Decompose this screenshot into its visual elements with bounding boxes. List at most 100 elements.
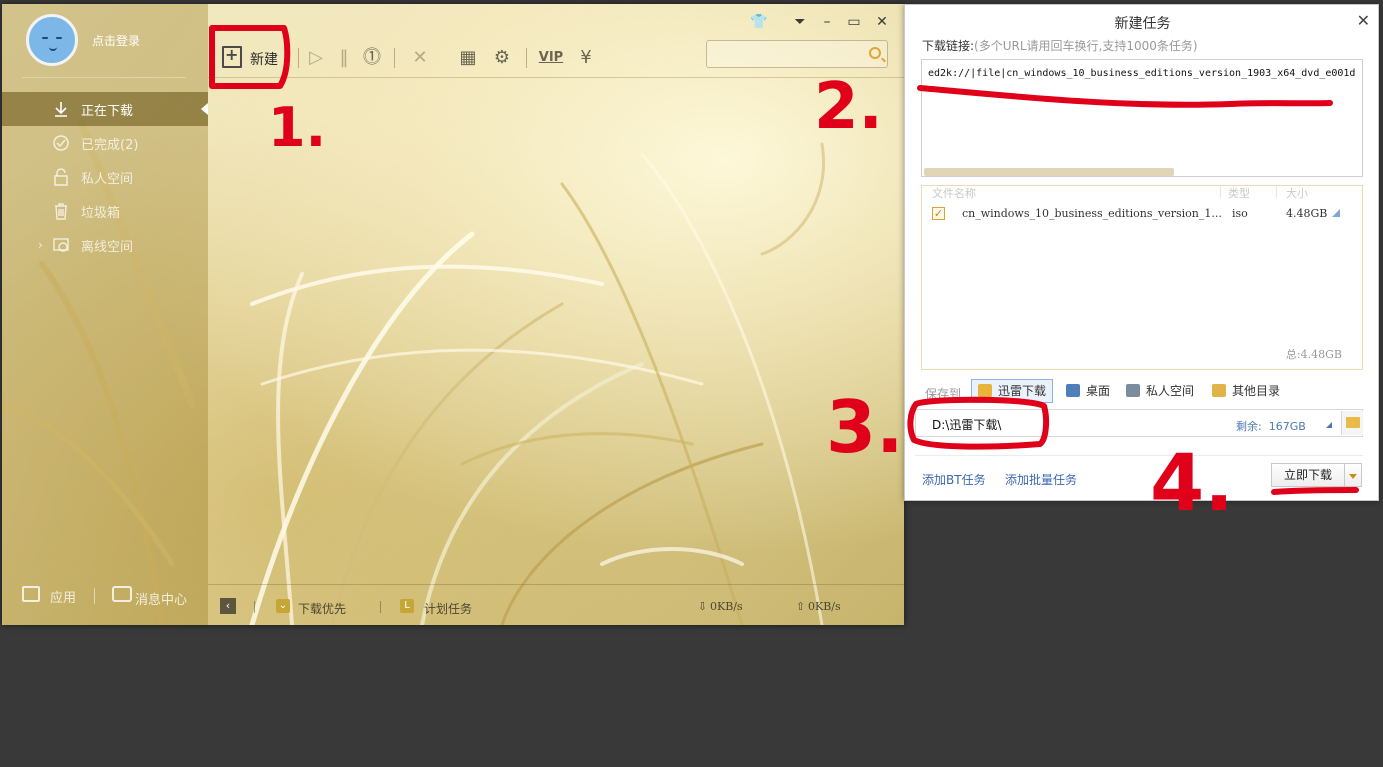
download-speed: 0KB/s (710, 600, 743, 613)
browse-folder-button[interactable] (1341, 411, 1363, 435)
save-option-thunder-download[interactable]: 迅雷下载 (971, 379, 1054, 403)
save-option-other-directory[interactable]: 其他目录 (1205, 379, 1287, 403)
download-link-hint: (多个URL请用回车换行,支持1000条任务) (974, 39, 1198, 53)
schedule-icon[interactable]: L (400, 599, 414, 613)
upload-speed: 0KB/s (808, 600, 841, 613)
download-priority-icon[interactable]: ⌄ (276, 599, 290, 613)
url-input[interactable]: ed2k://|file|cn_windows_10_business_edit… (928, 68, 1356, 88)
save-option-label: 桌面 (1086, 384, 1111, 398)
message-center-button[interactable]: 消息中心 (135, 589, 187, 608)
trash-icon (55, 203, 67, 220)
total-size: 总:4.48GB (1285, 348, 1342, 361)
vip-button[interactable]: VIP (536, 46, 566, 70)
save-to-label: 保存到 (925, 387, 962, 401)
desktop-icon (1066, 384, 1080, 397)
add-batch-task-link[interactable]: 添加批量任务 (1005, 471, 1077, 488)
sidebar-divider (22, 77, 186, 78)
download-now-button[interactable]: 立即下载 (1271, 463, 1345, 487)
status-bar: ‹ ⌄ 下载优先 L 计划任务 ⇩ 0KB/s ⇧ 0KB/s (208, 584, 904, 625)
maximize-icon[interactable]: ▭ (844, 14, 864, 30)
chevron-right-icon[interactable]: › (38, 238, 43, 252)
apps-button[interactable]: 应用 (50, 587, 76, 606)
user-avatar[interactable] (26, 14, 78, 66)
menu-dropdown-icon[interactable]: ⏷ (790, 14, 810, 30)
folder-icon (1346, 417, 1360, 428)
start-icon[interactable]: ▷ (304, 46, 328, 70)
login-link[interactable]: 点击登录 (92, 32, 140, 49)
column-divider (1220, 186, 1221, 198)
delete-icon[interactable]: ✕ (408, 46, 432, 70)
free-space: 剩余: 167GB (1236, 418, 1306, 434)
desktop: 点击登录 正在下载 已完成(2) 私人空间 垃圾箱 › 离线空间 应用 消息中心… (0, 0, 1383, 767)
free-space-value: 167GB (1268, 420, 1306, 433)
save-option-private-space[interactable]: 私人空间 (1119, 379, 1201, 403)
url-input-box[interactable]: ed2k://|file|cn_windows_10_business_edit… (921, 59, 1363, 177)
minimize-icon[interactable]: – (817, 14, 837, 30)
close-icon[interactable]: ✕ (872, 14, 892, 30)
schedule-task-button[interactable]: 计划任务 (424, 600, 472, 617)
offline-space-icon (53, 238, 69, 252)
sidebar-item-trash[interactable]: 垃圾箱 (2, 194, 208, 228)
avatar-eye-right (56, 37, 62, 39)
file-table-header: 文件名称 类型 大小 (922, 186, 1362, 200)
settings-gear-icon[interactable]: ⚙ (490, 46, 514, 70)
file-row[interactable]: ✓ cn_windows_10_business_editions_versio… (922, 204, 1362, 224)
save-option-label: 迅雷下载 (998, 384, 1047, 398)
file-checkbox[interactable]: ✓ (932, 207, 945, 220)
main-toolbar: 新建 ▷ ‖ ⓵ ✕ ▦ ⚙ VIP ¥ (208, 36, 904, 78)
message-center-icon[interactable] (112, 586, 132, 602)
dialog-close-icon[interactable]: ✕ (1357, 11, 1370, 30)
new-task-label: 新建 (250, 52, 278, 68)
url-horizontal-scrollbar[interactable] (924, 168, 1174, 176)
save-path-input[interactable] (932, 415, 1132, 433)
collapse-sidebar-button[interactable]: ‹ (220, 598, 236, 614)
sidebar-item-label: 正在下载 (81, 104, 134, 119)
new-file-icon (222, 45, 242, 68)
add-bt-task-link[interactable]: 添加BT任务 (922, 471, 986, 488)
avatar-mouth (49, 47, 57, 51)
avatar-eye-left (42, 37, 48, 39)
lock-icon (54, 168, 68, 186)
search-box[interactable] (706, 40, 888, 68)
new-task-button[interactable]: 新建 (220, 44, 290, 70)
search-icon[interactable] (869, 47, 881, 59)
sidebar-item-private-space[interactable]: 私人空间 (2, 160, 208, 194)
pause-icon[interactable]: ‖ (332, 46, 356, 70)
statusbar-divider (254, 601, 255, 613)
column-type[interactable]: 类型 (1228, 185, 1250, 201)
toolbar-divider (298, 48, 299, 68)
column-file-name[interactable]: 文件名称 (932, 185, 976, 201)
sidebar: 点击登录 正在下载 已完成(2) 私人空间 垃圾箱 › 离线空间 应用 消息中心 (2, 4, 208, 625)
download-link-label: 下载链接:(多个URL请用回车换行,支持1000条任务) (922, 37, 1198, 54)
file-size: 4.48GB (1286, 207, 1328, 220)
download-priority-button[interactable]: 下载优先 (298, 600, 346, 617)
apps-icon[interactable] (22, 586, 40, 602)
sidebar-item-label: 私人空间 (81, 172, 134, 187)
sidebar-item-completed[interactable]: 已完成(2) (2, 126, 208, 160)
download-options-dropdown[interactable] (1345, 463, 1362, 487)
sidebar-item-downloading[interactable]: 正在下载 (2, 92, 208, 126)
money-bag-icon[interactable]: ¥ (574, 46, 598, 70)
sidebar-item-label: 离线空间 (81, 240, 134, 255)
save-option-label: 其他目录 (1232, 384, 1281, 398)
private-space-icon (1126, 384, 1140, 397)
folder-icon (1212, 384, 1226, 397)
dialog-divider (915, 455, 1363, 456)
save-path-box[interactable]: 剩余: 167GB (915, 409, 1363, 437)
file-name: cn_windows_10_business_editions_version_… (962, 207, 1222, 220)
search-input[interactable] (713, 44, 863, 64)
toolbar-divider (526, 48, 527, 68)
skin-icon[interactable]: 👕 (749, 14, 769, 30)
statusbar-divider (380, 601, 381, 613)
speed-limit-icon[interactable]: ⓵ (360, 46, 384, 70)
sidebar-bottom-bar: 应用 消息中心 (2, 580, 208, 610)
download-link-label-text: 下载链接: (922, 39, 975, 53)
qr-code-icon[interactable]: ▦ (456, 46, 480, 70)
sidebar-item-offline-space[interactable]: › 离线空间 (2, 228, 208, 262)
sidebar-bottom-divider (94, 588, 95, 604)
save-option-desktop[interactable]: 桌面 (1059, 379, 1117, 403)
upload-speed-icon: ⇧ (796, 600, 806, 613)
toolbar-divider (394, 48, 395, 68)
column-size[interactable]: 大小 (1286, 185, 1308, 201)
new-task-dialog: 新建任务 ✕ 下载链接:(多个URL请用回车换行,支持1000条任务) ed2k… (904, 4, 1379, 501)
